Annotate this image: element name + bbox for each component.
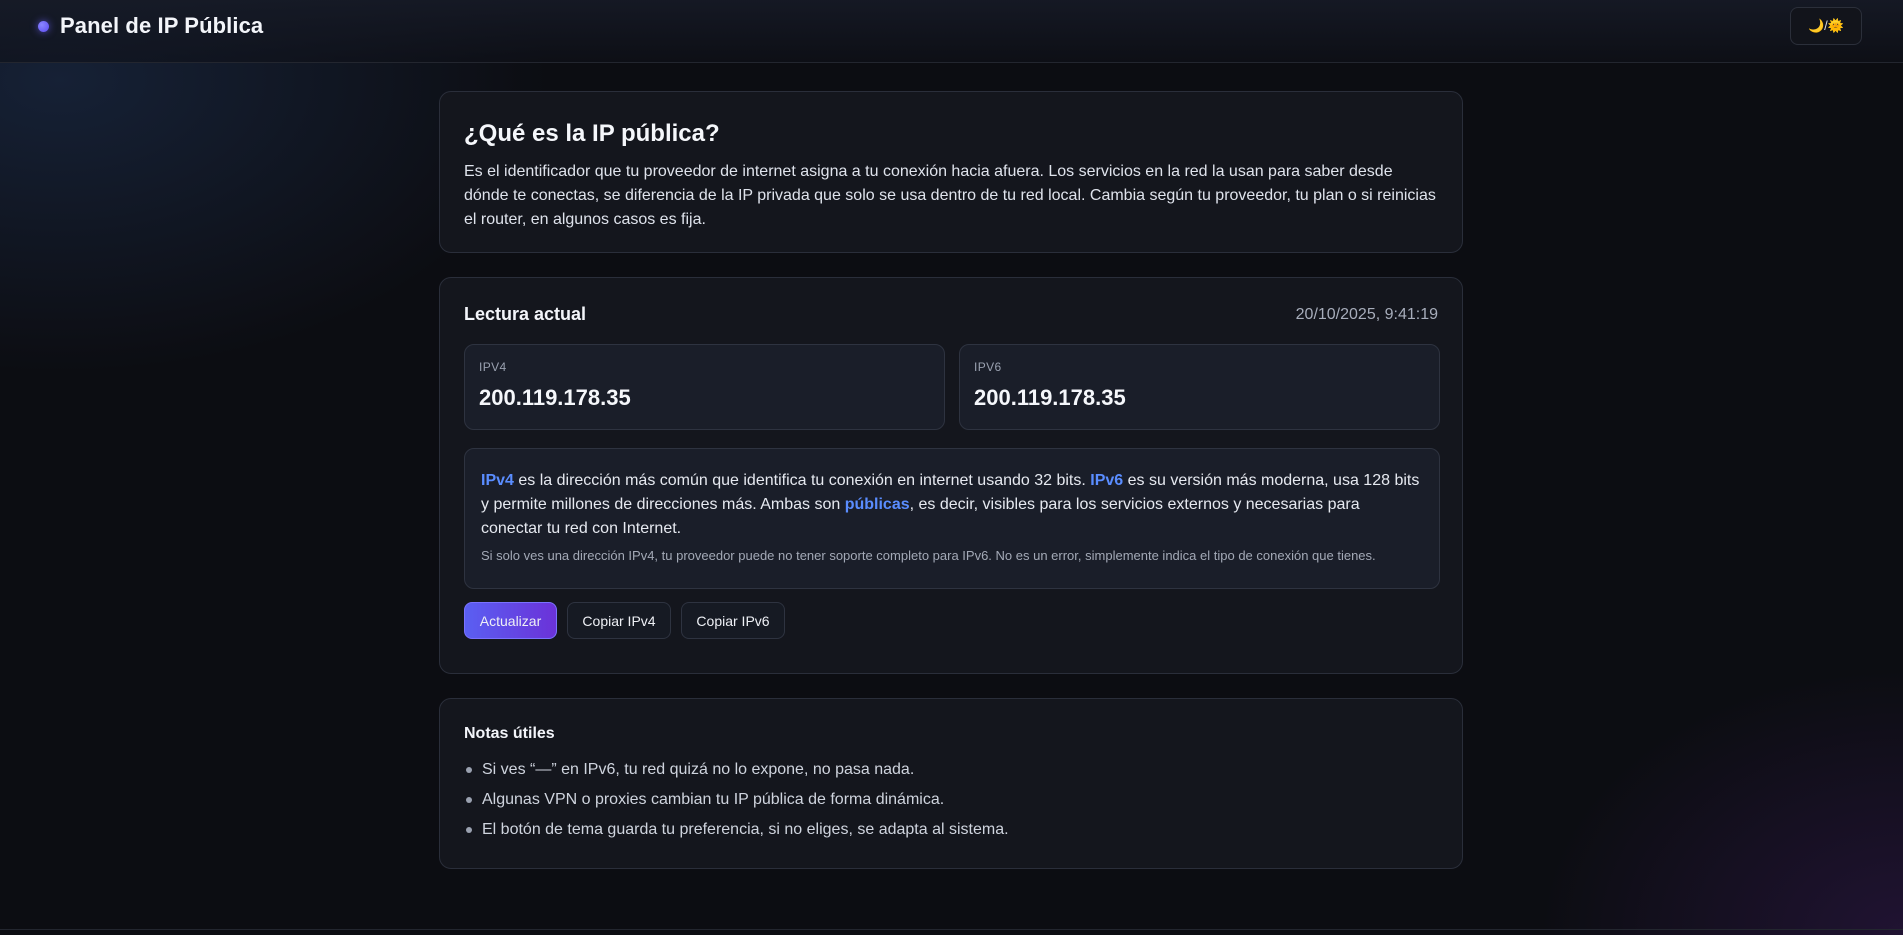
ip-info-part1: es la dirección más común que identifica… <box>513 472 1091 489</box>
ipv4-label: IPV4 <box>479 360 507 374</box>
bullet-icon <box>466 797 472 803</box>
ipv6-value: 200.119.178.35 <box>974 385 1126 410</box>
list-item: Si ves “—” en IPv6, tu red quizá no lo e… <box>464 755 1424 785</box>
notes-card: Notas útiles Si ves “—” en IPv6, tu red … <box>439 698 1463 869</box>
brand-dot-icon <box>38 21 49 32</box>
note-text: El botón de tema guarda tu preferencia, … <box>482 821 1009 838</box>
notes-title: Notas útiles <box>464 725 555 742</box>
copy-ipv6-button[interactable]: Copiar IPv6 <box>681 602 785 639</box>
theme-toggle-button[interactable]: 🌙/🌞 <box>1790 7 1862 45</box>
public-term: públicas <box>844 496 910 513</box>
ip-info-box: IPv4 es la dirección más común que ident… <box>464 448 1440 589</box>
page-title: Panel de IP Pública <box>60 13 264 38</box>
ip-info-note: Si solo ves una dirección IPv4, tu prove… <box>481 548 1376 563</box>
intro-card: ¿Qué es la IP pública? Es el identificad… <box>439 91 1463 253</box>
note-text: Algunas VPN o proxies cambian tu IP públ… <box>482 791 945 808</box>
intro-paragraph: Es el identificador que tu proveedor de … <box>464 163 1436 228</box>
ipv6-label: IPV6 <box>974 360 1002 374</box>
ip-info-text: IPv4 es la dirección más común que ident… <box>481 469 1423 541</box>
ipv6-box: IPV6 200.119.178.35 <box>959 344 1440 430</box>
list-item: Algunas VPN o proxies cambian tu IP públ… <box>464 785 1424 815</box>
ipv4-term: IPv4 <box>481 472 514 489</box>
note-text: Si ves “—” en IPv6, tu red quizá no lo e… <box>482 761 915 778</box>
current-reading-card: Lectura actual 20/10/2025, 9:41:19 IPV4 … <box>439 277 1463 674</box>
bullet-icon <box>466 767 472 773</box>
copy-ipv4-button[interactable]: Copiar IPv4 <box>567 602 671 639</box>
top-bar: Panel de IP Pública 🌙/🌞 <box>0 0 1903 63</box>
ipv4-box: IPV4 200.119.178.35 <box>464 344 945 430</box>
bottom-divider <box>0 929 1903 930</box>
notes-list: Si ves “—” en IPv6, tu red quizá no lo e… <box>464 755 1424 845</box>
bullet-icon <box>466 827 472 833</box>
ipv6-term: IPv6 <box>1090 472 1124 489</box>
reading-title: Lectura actual <box>464 304 587 324</box>
ipv4-value: 200.119.178.35 <box>479 385 631 410</box>
refresh-button[interactable]: Actualizar <box>464 602 557 639</box>
intro-heading: ¿Qué es la IP pública? <box>464 120 720 147</box>
list-item: El botón de tema guarda tu preferencia, … <box>464 815 1424 845</box>
reading-timestamp: 20/10/2025, 9:41:19 <box>1295 306 1438 323</box>
